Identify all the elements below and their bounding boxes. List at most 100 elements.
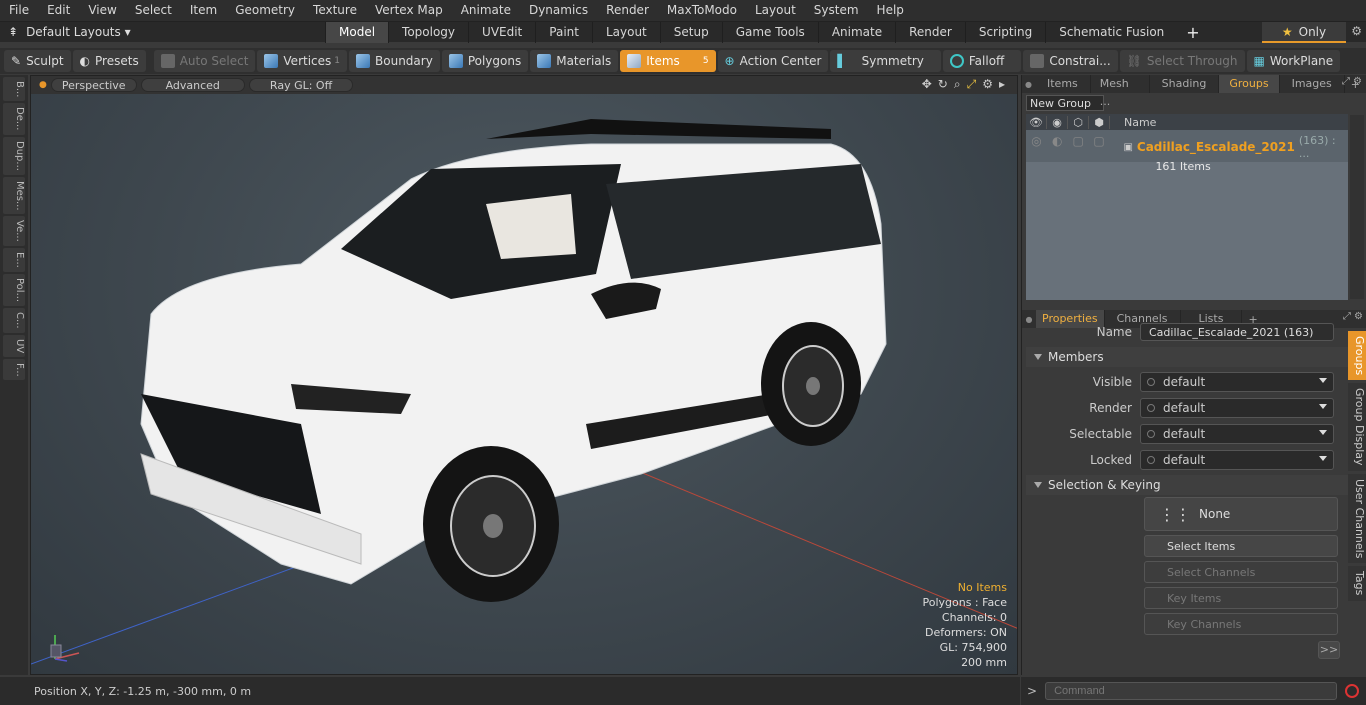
group-count: (163) : ... bbox=[1298, 134, 1336, 160]
menu-render[interactable]: Render bbox=[597, 0, 658, 21]
tab-game-tools[interactable]: Game Tools bbox=[721, 21, 818, 43]
raygl-button[interactable]: Ray GL: Off bbox=[248, 78, 354, 92]
layouts-dropdown[interactable]: ⇞ Default Layouts ▾ bbox=[0, 25, 150, 39]
tab-scripting[interactable]: Scripting bbox=[964, 21, 1045, 43]
menu-file[interactable]: File bbox=[0, 0, 38, 21]
render-select[interactable]: default bbox=[1140, 398, 1334, 418]
vtab-tags[interactable]: Tags bbox=[1348, 566, 1366, 601]
items-button[interactable]: Items 5 bbox=[620, 50, 716, 72]
menu-item[interactable]: Item bbox=[181, 0, 226, 21]
menu-geometry[interactable]: Geometry bbox=[226, 0, 304, 21]
name-field[interactable]: Cadillac_Escalade_2021 (163) bbox=[1140, 323, 1334, 341]
menu-help[interactable]: Help bbox=[868, 0, 913, 21]
left-tab-deform[interactable]: De... bbox=[3, 103, 25, 135]
locked-select[interactable]: default bbox=[1140, 450, 1334, 470]
vtab-group-display[interactable]: Group Display bbox=[1348, 383, 1366, 471]
menu-select[interactable]: Select bbox=[126, 0, 181, 21]
row-render-icon[interactable]: ◐ bbox=[1047, 134, 1068, 148]
symmetry-button[interactable]: ▌ Symmetry bbox=[830, 50, 941, 72]
rotate-view-icon[interactable]: ↻ bbox=[938, 77, 948, 92]
workplane-button[interactable]: ▦ WorkPlane bbox=[1246, 50, 1341, 72]
tab-setup[interactable]: Setup bbox=[659, 21, 722, 43]
tab-schematic-fusion[interactable]: Schematic Fusion bbox=[1045, 21, 1177, 43]
left-tab-polygon[interactable]: Pol... bbox=[3, 273, 25, 306]
row-visible-icon[interactable]: ◎ bbox=[1026, 134, 1047, 148]
menu-dynamics[interactable]: Dynamics bbox=[520, 0, 597, 21]
tab-layout[interactable]: Layout bbox=[591, 21, 660, 43]
3d-viewport[interactable]: ● Perspective Advanced Ray GL: Off ✥ ↻ ⌕… bbox=[30, 75, 1018, 675]
tab-model[interactable]: Model bbox=[325, 21, 389, 43]
only-toggle[interactable]: ★ Only bbox=[1262, 22, 1346, 43]
sculpt-button[interactable]: ✎ Sculpt bbox=[4, 50, 71, 72]
advanced-button[interactable]: Advanced bbox=[140, 78, 245, 92]
constraints-button[interactable]: Constrai... bbox=[1023, 50, 1118, 72]
tab-shading[interactable]: Shading bbox=[1150, 75, 1220, 93]
viewport-more-icon[interactable]: ▸ bbox=[999, 77, 1005, 92]
add-tab-icon[interactable]: + bbox=[1177, 23, 1208, 42]
viewport-settings-icon[interactable]: ⚙ bbox=[982, 77, 993, 92]
record-icon[interactable] bbox=[1345, 684, 1360, 698]
visibility-col-icon: 👁 bbox=[1026, 115, 1047, 129]
materials-button[interactable]: Materials bbox=[530, 50, 619, 72]
expand-panel-icon[interactable]: ⤢ ⚙ bbox=[1342, 76, 1362, 87]
select-through-button[interactable]: ⛓ Select Through bbox=[1119, 50, 1245, 72]
action-center-button[interactable]: ⊕ Action Center bbox=[717, 50, 829, 72]
visible-select[interactable]: default bbox=[1140, 372, 1334, 392]
group-folder-icon: ▣ bbox=[1123, 141, 1133, 153]
polygons-button[interactable]: Polygons bbox=[441, 50, 529, 72]
none-button[interactable]: ⋮⋮ None bbox=[1144, 497, 1338, 531]
left-tab-vertex[interactable]: Ve... bbox=[3, 216, 25, 247]
tab-topology[interactable]: Topology bbox=[388, 21, 468, 43]
members-section[interactable]: Members bbox=[1026, 347, 1363, 367]
tab-mesh[interactable]: Mesh ... bbox=[1091, 75, 1150, 108]
tab-items[interactable]: Items bbox=[1035, 75, 1091, 93]
selectable-select[interactable]: default bbox=[1140, 424, 1334, 444]
groups-scrollbar[interactable] bbox=[1350, 115, 1364, 299]
menu-system[interactable]: System bbox=[805, 0, 868, 21]
menu-maxtomodo[interactable]: MaxToModo bbox=[658, 0, 746, 21]
presets-button[interactable]: ◐ Presets bbox=[72, 50, 146, 72]
auto-select-button[interactable]: Auto Select bbox=[153, 50, 256, 72]
tab-animate[interactable]: Animate bbox=[817, 21, 895, 43]
row-select-icon[interactable]: ▢ bbox=[1068, 134, 1089, 148]
menu-animate[interactable]: Animate bbox=[452, 0, 520, 21]
falloff-button[interactable]: Falloff bbox=[942, 50, 1022, 72]
vtab-user-channels[interactable]: User Channels bbox=[1348, 473, 1366, 564]
menu-edit[interactable]: Edit bbox=[38, 0, 79, 21]
select-channels-button[interactable]: Select Channels bbox=[1144, 561, 1338, 583]
tab-render[interactable]: Render bbox=[895, 21, 965, 43]
menu-view[interactable]: View bbox=[79, 0, 125, 21]
tab-uvedit[interactable]: UVEdit bbox=[468, 21, 535, 43]
vertices-button[interactable]: Vertices 1 bbox=[257, 50, 348, 72]
menu-layout[interactable]: Layout bbox=[746, 0, 805, 21]
vtab-groups[interactable]: Groups bbox=[1348, 331, 1366, 381]
left-tab-curve[interactable]: C... bbox=[3, 307, 25, 333]
zoom-view-icon[interactable]: ⌕ bbox=[954, 77, 961, 92]
menu-texture[interactable]: Texture bbox=[304, 0, 366, 21]
group-row[interactable]: ◎ ◐ ▢ ▢ ▣ Cadillac_Escalade_2021 (163) :… bbox=[1026, 130, 1348, 173]
selection-keying-section[interactable]: Selection & Keying bbox=[1026, 475, 1363, 495]
tab-groups[interactable]: Groups bbox=[1219, 75, 1280, 93]
left-tab-mesh[interactable]: Mes... bbox=[3, 176, 25, 215]
left-tab-fusion[interactable]: F... bbox=[3, 358, 25, 381]
command-input[interactable] bbox=[1045, 682, 1338, 700]
row-lock-icon[interactable]: ▢ bbox=[1089, 134, 1110, 148]
more-button[interactable]: >> bbox=[1318, 641, 1340, 659]
left-tab-edge[interactable]: E... bbox=[3, 248, 25, 272]
tab-images[interactable]: Images bbox=[1280, 75, 1345, 93]
boundary-button[interactable]: Boundary bbox=[349, 50, 440, 72]
left-tab-uv[interactable]: UV bbox=[3, 334, 25, 357]
tab-paint[interactable]: Paint bbox=[535, 21, 592, 43]
render-row: Render default bbox=[1022, 395, 1366, 421]
fit-view-icon[interactable]: ⤢ bbox=[967, 77, 977, 92]
key-channels-button[interactable]: Key Channels bbox=[1144, 613, 1338, 635]
left-tab-duplicate[interactable]: Dup... bbox=[3, 136, 25, 175]
new-group-button[interactable]: New Group bbox=[1026, 95, 1104, 111]
move-view-icon[interactable]: ✥ bbox=[922, 77, 932, 92]
gear-icon[interactable]: ⚙ bbox=[1351, 24, 1362, 38]
perspective-button[interactable]: Perspective bbox=[50, 78, 137, 92]
select-items-button[interactable]: Select Items bbox=[1144, 535, 1338, 557]
key-items-button[interactable]: Key Items bbox=[1144, 587, 1338, 609]
menu-vertex-map[interactable]: Vertex Map bbox=[366, 0, 452, 21]
left-tab-basic[interactable]: B... bbox=[3, 77, 25, 102]
